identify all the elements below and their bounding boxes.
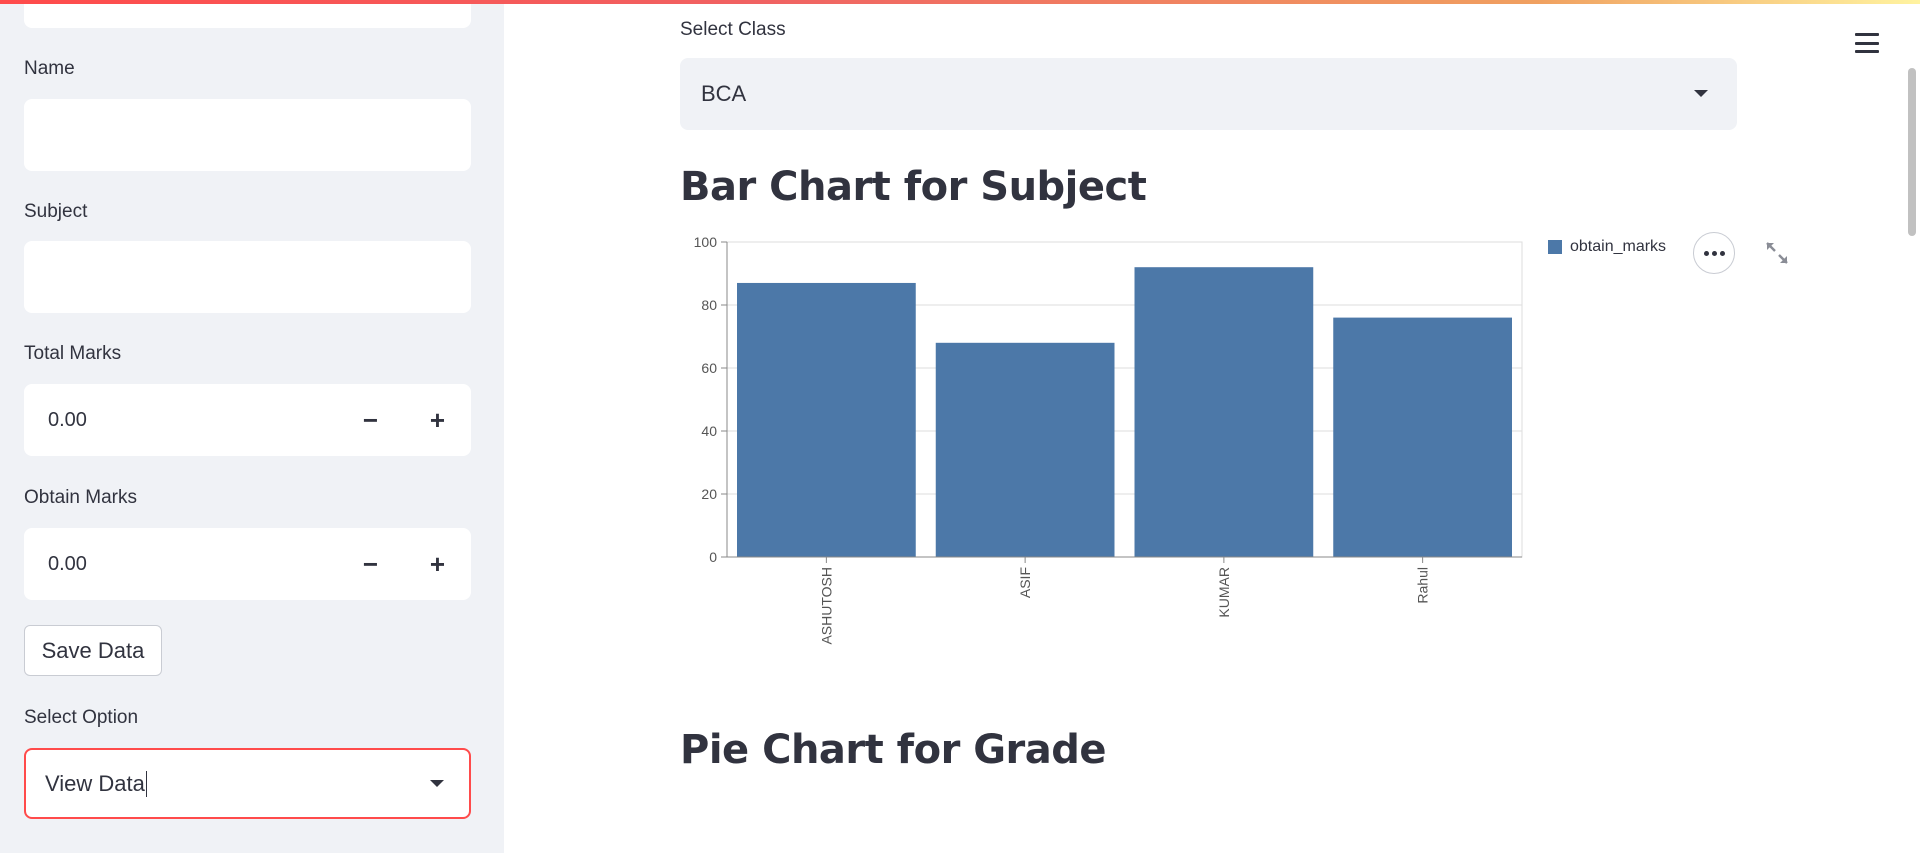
- name-label: Name: [24, 58, 75, 79]
- y-tick-label: 40: [701, 423, 717, 439]
- previous-input-field[interactable]: [24, 0, 471, 28]
- select-option-dropdown[interactable]: View Data: [24, 748, 471, 819]
- obtain-marks-field: 0.00 − +: [24, 528, 471, 600]
- total-marks-increment-button[interactable]: +: [404, 384, 471, 456]
- select-class-label: Select Class: [680, 19, 786, 40]
- y-tick-label: 60: [701, 360, 717, 376]
- bar-chart-heading: Bar Chart for Subject: [680, 164, 1147, 210]
- y-tick-label: 100: [694, 234, 718, 250]
- y-tick-label: 80: [701, 297, 717, 313]
- x-tick-label: ASIF: [1017, 567, 1033, 598]
- legend-label: obtain_marks: [1570, 238, 1667, 255]
- scrollbar-thumb[interactable]: [1908, 68, 1916, 236]
- obtain-marks-input[interactable]: 0.00: [24, 553, 337, 576]
- select-option-value: View Data: [45, 770, 145, 796]
- obtain-marks-label: Obtain Marks: [24, 487, 137, 508]
- bar-asif[interactable]: [935, 342, 1115, 557]
- x-tick-label: KUMAR: [1216, 567, 1232, 618]
- select-class-value: BCA: [701, 81, 747, 106]
- bar-ashutosh[interactable]: [737, 282, 916, 557]
- chart-legend: obtain_marks: [1548, 238, 1666, 256]
- save-data-button[interactable]: Save Data: [24, 625, 162, 676]
- select-class-dropdown[interactable]: BCA: [680, 58, 1737, 130]
- obtain-marks-decrement-button[interactable]: −: [337, 528, 404, 600]
- bar-chart: 0 20 40 60 80 100 ASHUTOSH ASIF KUMAR Rahul: [694, 234, 1523, 645]
- bar-kumar[interactable]: [1134, 267, 1314, 557]
- y-tick-label: 20: [701, 486, 717, 502]
- name-input[interactable]: [24, 99, 471, 171]
- subject-input[interactable]: [24, 241, 471, 313]
- pie-chart-heading: Pie Chart for Grade: [680, 727, 1107, 773]
- subject-label: Subject: [24, 201, 88, 222]
- y-tick-label: 0: [709, 549, 717, 565]
- select-option-label: Select Option: [24, 707, 139, 728]
- total-marks-label: Total Marks: [24, 343, 122, 364]
- obtain-marks-increment-button[interactable]: +: [404, 528, 471, 600]
- top-decoration-bar: [0, 0, 1920, 4]
- more-options-icon[interactable]: [1693, 232, 1735, 274]
- chevron-down-icon: [1694, 90, 1708, 97]
- hamburger-menu-icon[interactable]: [1855, 33, 1879, 53]
- total-marks-decrement-button[interactable]: −: [337, 384, 404, 456]
- x-tick-label: ASHUTOSH: [818, 567, 834, 645]
- sidebar: Name Subject Total Marks 0.00 − + Obtain…: [0, 0, 504, 853]
- chevron-down-icon: [430, 780, 444, 787]
- legend-swatch: [1548, 240, 1562, 254]
- total-marks-field: 0.00 − +: [24, 384, 471, 456]
- bar-rahul[interactable]: [1333, 317, 1512, 557]
- fullscreen-icon[interactable]: [1764, 240, 1790, 266]
- x-tick-label: Rahul: [1415, 567, 1431, 604]
- total-marks-input[interactable]: 0.00: [24, 409, 337, 432]
- text-cursor: [145, 770, 147, 797]
